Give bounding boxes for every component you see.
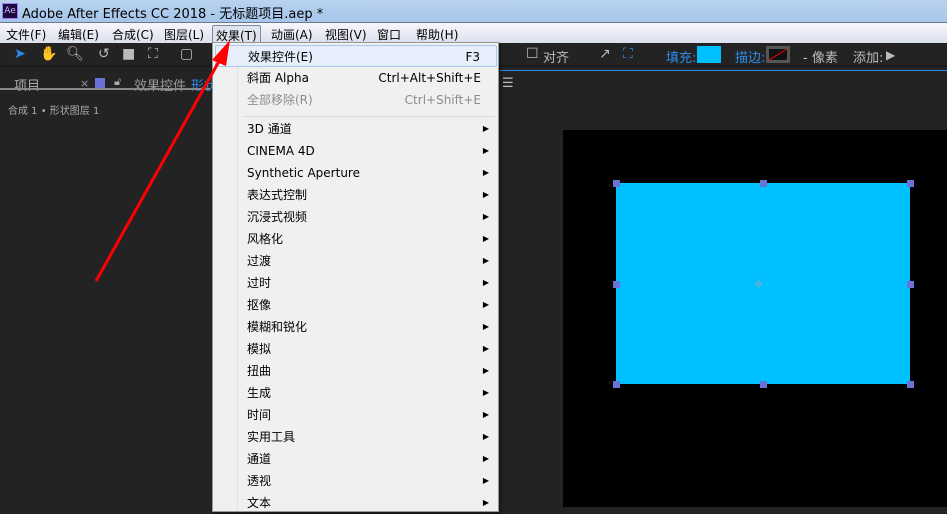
red-arrow-annotation bbox=[94, 40, 230, 282]
